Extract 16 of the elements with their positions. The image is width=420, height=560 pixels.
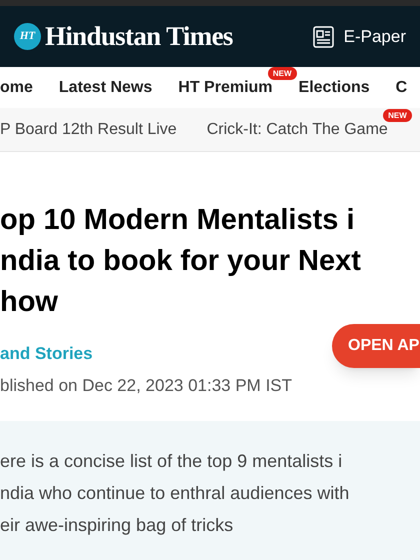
nav-link[interactable]: Elections [298, 78, 370, 96]
epaper-link[interactable]: E-Paper [344, 24, 406, 50]
article-title: op 10 Modern Mentalists i ndia to book for your Next how [0, 203, 362, 320]
nav-link[interactable]: HT Premium [178, 78, 273, 96]
new-badge: NEW [268, 67, 297, 80]
published-date: blished on Dec 22, 2023 01:33 PM IST [0, 375, 294, 397]
newspaper-icon [312, 24, 336, 48]
nav-link[interactable]: P Board 12th Result Live [0, 120, 177, 138]
nav-link[interactable]: Crick-It: Catch The Game [206, 120, 388, 138]
nav-link[interactable]: Latest News [58, 78, 152, 96]
nav-link[interactable]: C [396, 78, 408, 96]
new-badge: NEW [383, 108, 412, 122]
open-app-button[interactable]: OPEN AP [332, 324, 420, 368]
site-logo[interactable]: Hindustan Times [45, 16, 233, 57]
nav-link[interactable]: ome [0, 78, 33, 96]
summary-text: ere is a concise list of the top 9 mentalists i ndia who continue to enthral audiences with eir awe-inspiring bag of tricks [0, 450, 350, 537]
